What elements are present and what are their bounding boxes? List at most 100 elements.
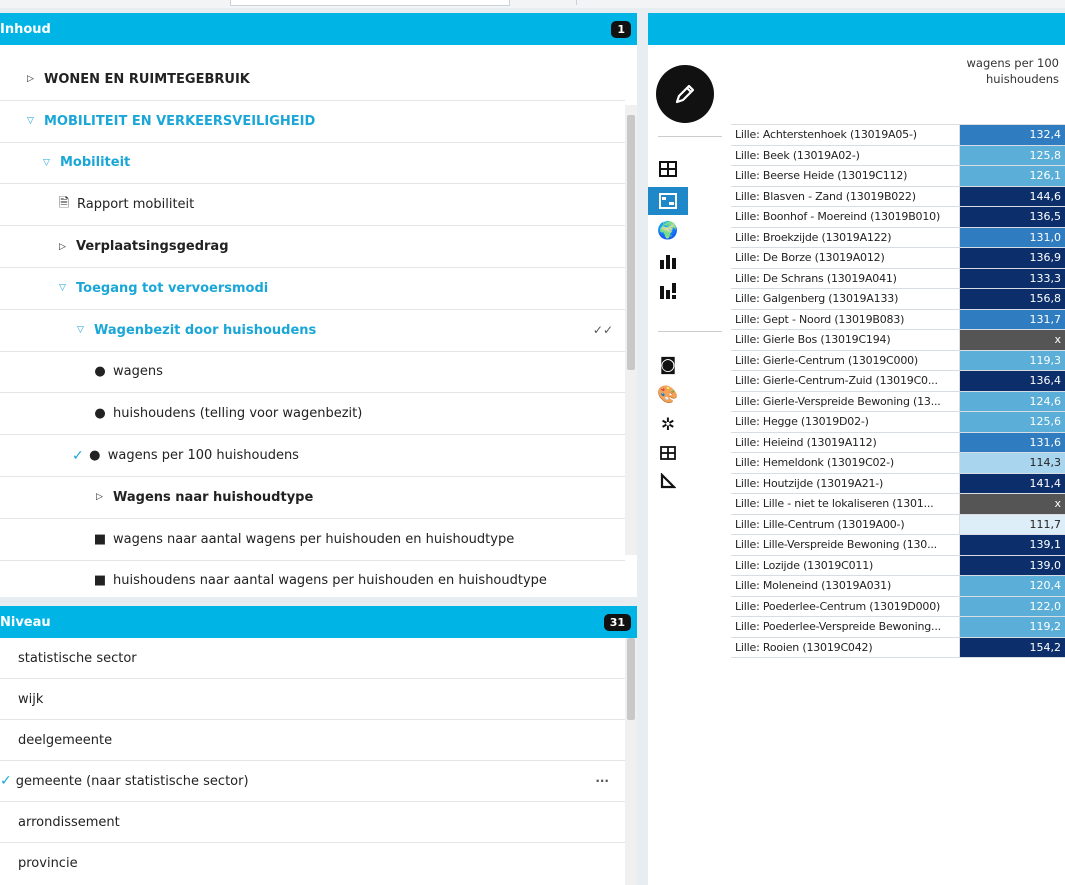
checkmark-icon: ✓ [0, 773, 12, 789]
row-value-cell: 126,1 [960, 166, 1065, 186]
tree-item-mobiliteit[interactable]: ▽ Mobiliteit [0, 143, 625, 185]
row-area-name: Lille: Beek (13019A02-) [731, 145, 960, 165]
tree-item-label: Mobiliteit [60, 155, 131, 171]
inhoud-scrollbar[interactable] [625, 105, 637, 555]
table-row[interactable]: Lille: Heieind (13019A112) 131,6 [731, 432, 1065, 453]
document-icon: 🗎 [58, 195, 70, 211]
niveau-item-deelgemeente[interactable]: deelgemeente [0, 720, 625, 761]
table-row[interactable]: Lille: Lille-Centrum (13019A00-) 111,7 [731, 514, 1065, 535]
niveau-item-arrondissement[interactable]: arrondissement [0, 802, 625, 843]
triangle-right-icon: ▷ [27, 74, 34, 85]
table-row[interactable]: Lille: Achterstenhoek (13019A05-) 132,4 [731, 125, 1065, 146]
niveau-item-label: arrondissement [18, 814, 120, 830]
table-row[interactable]: Lille: Gierle-Centrum (13019C000) 119,3 [731, 350, 1065, 371]
measure-button[interactable] [648, 467, 688, 495]
table-row[interactable]: Lille: De Borze (13019A012) 136,9 [731, 248, 1065, 269]
triangle-down-icon: ▽ [27, 116, 34, 127]
edit-pencil-button[interactable] [656, 65, 714, 123]
table-row[interactable]: Lille: Lozijde (13019C011) 139,0 [731, 555, 1065, 576]
scrollbar-thumb[interactable] [627, 115, 635, 370]
niveau-item-label: statistische sector [18, 650, 137, 666]
tree-item-wagenbezit[interactable]: ▽ Wagenbezit door huishoudens ✓✓ [0, 310, 625, 352]
row-value-cell: 139,0 [960, 555, 1065, 575]
niveau-item-label: gemeente (naar statistische sector) [15, 773, 249, 789]
row-value-cell: 136,4 [960, 371, 1065, 391]
table-row[interactable]: Lille: De Schrans (13019A041) 133,3 [731, 268, 1065, 289]
tree-item-huishoudens[interactable]: ● huishoudens (telling voor wagenbezit) [0, 393, 625, 436]
tree-item-label: wagens per 100 huishoudens [107, 448, 299, 464]
table-row[interactable]: Lille: Hegge (13019D02-) 125,6 [731, 412, 1065, 433]
tree-item-rapport-mobiliteit[interactable]: 🗎 Rapport mobiliteit [0, 184, 625, 227]
table-row[interactable]: Lille: Lille-Verspreide Bewoning (130...… [731, 535, 1065, 556]
row-value-cell: 139,1 [960, 535, 1065, 555]
stacked-chart-view-button[interactable] [648, 277, 688, 305]
more-options-icon[interactable]: ··· [595, 774, 609, 788]
table-view-button[interactable] [648, 155, 688, 183]
table-row[interactable]: Lille: Hemeldonk (13019C02-) 114,3 [731, 453, 1065, 474]
tree-item-wagens-aantal[interactable]: ■ wagens naar aantal wagens per huishoud… [0, 519, 625, 561]
map-view-button[interactable]: 🌍 [648, 217, 688, 245]
tree-item-mobiliteit-verkeersveiligheid[interactable]: ▽ MOBILITEIT EN VERKEERSVEILIGHEID [0, 101, 625, 143]
row-area-name: Lille: Beerse Heide (13019C112) [731, 166, 960, 186]
inhoud-header[interactable]: Inhoud 1 [0, 13, 637, 45]
table-row[interactable]: Lille: Poederlee-Centrum (13019D000) 122,… [731, 596, 1065, 617]
row-value-cell: 133,3 [960, 268, 1065, 288]
bar-chart-view-button[interactable] [648, 247, 688, 275]
tree-item-label: Verplaatsingsgedrag [76, 239, 229, 255]
niveau-scrollbar[interactable] [625, 638, 637, 885]
table-row[interactable]: Lille: Beerse Heide (13019C112) 126,1 [731, 166, 1065, 187]
row-value-cell: 120,4 [960, 576, 1065, 596]
niveau-item-statistische-sector[interactable]: statistische sector [0, 638, 625, 679]
tree-item-wagens-huishoudtype[interactable]: ▷ Wagens naar huishoudtype [0, 477, 625, 519]
preview-button[interactable]: ◙ [648, 351, 688, 379]
settings-button[interactable]: ✲ [648, 411, 688, 439]
tree-item-wonen[interactable]: ▷ WONEN EN RUIMTEGEBRUIK [0, 59, 625, 101]
niveau-item-gemeente[interactable]: ✓ gemeente (naar statistische sector) ··… [0, 761, 625, 802]
table-row[interactable]: Lille: Boonhof - Moereind (13019B010) 136… [731, 207, 1065, 228]
table-row[interactable]: Lille: Blasven - Zand (13019B022) 144,6 [731, 186, 1065, 207]
table-row[interactable]: Lille: Lille - niet te lokaliseren (1301… [731, 494, 1065, 515]
table-row[interactable]: Lille: Broekzijde (13019A122) 131,0 [731, 227, 1065, 248]
grid-button[interactable] [648, 439, 688, 467]
table-row[interactable]: Lille: Moleneind (13019A031) 120,4 [731, 576, 1065, 597]
row-area-name: Lille: Poederlee-Verspreide Bewoning... [731, 617, 960, 637]
row-area-name: Lille: Boonhof - Moereind (13019B010) [731, 207, 960, 227]
scrollbar-thumb[interactable] [627, 638, 635, 720]
top-tab-active[interactable] [230, 0, 510, 6]
color-palette-button[interactable]: 🎨 [648, 381, 688, 409]
tree-item-wagens[interactable]: ● wagens [0, 352, 625, 394]
double-check-icon[interactable]: ✓✓ [593, 323, 613, 337]
row-value-cell: 122,0 [960, 596, 1065, 616]
niveau-item-provincie[interactable]: provincie [0, 843, 625, 884]
top-tab[interactable] [508, 0, 577, 5]
triangle-right-icon: ▷ [59, 241, 66, 252]
tree-item-verplaatsingsgedrag[interactable]: ▷ Verplaatsingsgedrag [0, 226, 625, 268]
niveau-title: Niveau [0, 614, 51, 630]
row-value-cell: 119,3 [960, 350, 1065, 370]
niveau-item-label: wijk [18, 691, 44, 707]
table-row[interactable]: Lille: Gierle-Centrum-Zuid (13019C0... 13… [731, 371, 1065, 392]
table-row[interactable]: Lille: Gierle Bos (13019C194) x [731, 330, 1065, 351]
niveau-item-wijk[interactable]: wijk [0, 679, 625, 720]
tree-item-label: wagens [113, 364, 163, 380]
tree-item-huishoudens-aantal[interactable]: ■ huishoudens naar aantal wagens per hui… [0, 561, 625, 603]
table-row[interactable]: Lille: Rooien (13019C042) 154,2 [731, 637, 1065, 658]
tree-item-toegang-vervoersmodi[interactable]: ▽ Toegang tot vervoersmodi [0, 268, 625, 310]
colored-table-view-button[interactable] [648, 187, 688, 215]
table-row[interactable]: Lille: Houtzijde (13019A21-) 141,4 [731, 473, 1065, 494]
table-row[interactable]: Lille: Beek (13019A02-) 125,8 [731, 145, 1065, 166]
row-area-name: Lille: Gierle Bos (13019C194) [731, 330, 960, 350]
row-value-cell: 131,7 [960, 309, 1065, 329]
table-row[interactable]: Lille: Poederlee-Verspreide Bewoning... 1… [731, 617, 1065, 638]
niveau-header[interactable]: Niveau 31 [0, 606, 637, 638]
table-row[interactable]: Lille: Galgenberg (13019A133) 156,8 [731, 289, 1065, 310]
grid-icon [660, 446, 676, 460]
row-area-name: Lille: Rooien (13019C042) [731, 637, 960, 657]
row-value-cell: 141,4 [960, 473, 1065, 493]
table-row[interactable]: Lille: Gierle-Verspreide Bewoning (13...… [731, 391, 1065, 412]
tree-item-wagens-per-100[interactable]: ✓ ● wagens per 100 huishoudens [0, 435, 625, 477]
column-header-wagens-per-100[interactable]: wagens per 100 huishoudens [957, 55, 1065, 87]
table-header: wagens per 100 huishoudens [731, 45, 1065, 125]
tree-item-label: huishoudens (telling voor wagenbezit) [113, 406, 363, 422]
table-row[interactable]: Lille: Gept - Noord (13019B083) 131,7 [731, 309, 1065, 330]
